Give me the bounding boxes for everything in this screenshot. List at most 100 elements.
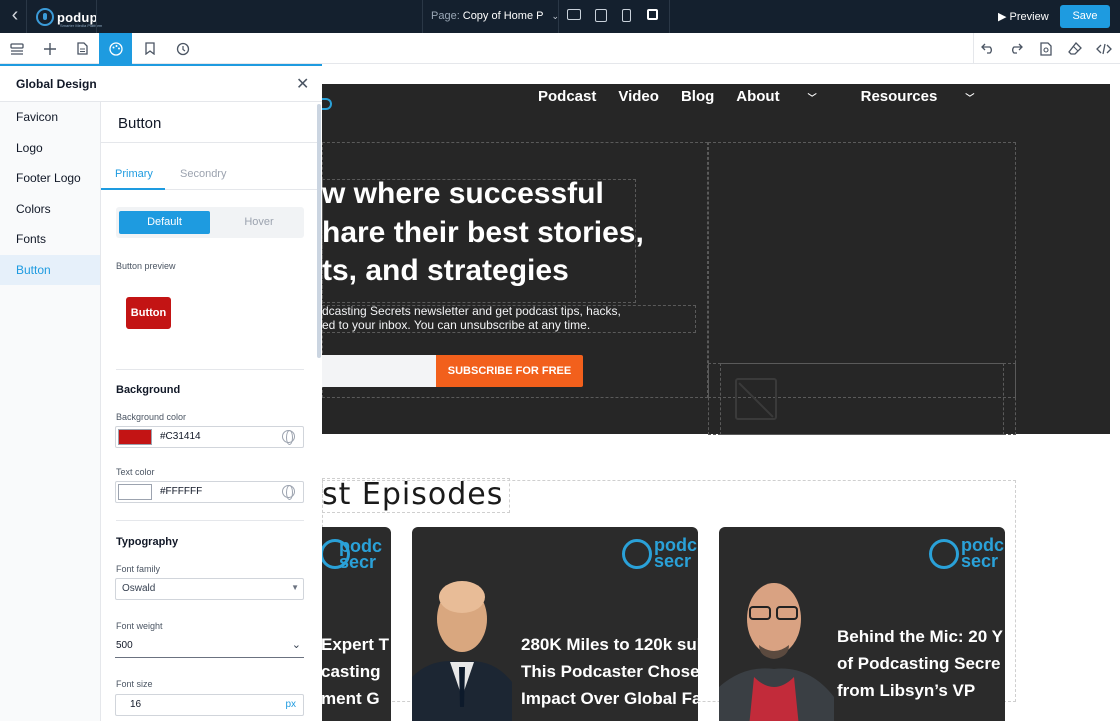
app-logo[interactable]: podup Smarter Media Platform <box>36 6 102 28</box>
button-preview: Button <box>126 297 171 329</box>
save-button[interactable]: Save <box>1060 5 1110 28</box>
podup-logo-icon <box>36 8 54 26</box>
preview-label: Button preview <box>116 261 176 271</box>
mobile-view-icon[interactable] <box>647 9 658 20</box>
active-tab-indicator <box>101 188 165 190</box>
font-weight-select[interactable]: 500 ⌄ <box>115 636 304 658</box>
background-heading: Background <box>116 384 181 396</box>
page-label: Page: <box>431 10 460 22</box>
close-icon[interactable]: ✕ <box>296 74 309 94</box>
card-title-line: 280K Miles to 120k subs <box>521 635 698 654</box>
page-selector[interactable]: Page: Copy of Home P ⌄ <box>431 10 559 22</box>
globe-icon[interactable] <box>282 485 295 500</box>
font-weight-value: 500 <box>116 640 133 651</box>
nav-podcast[interactable]: Podcast <box>538 88 596 105</box>
divider <box>669 0 670 33</box>
page-icon[interactable] <box>66 33 99 64</box>
panel-scrollbar[interactable] <box>317 104 321 358</box>
code-icon[interactable] <box>1087 33 1120 64</box>
episode-card[interactable]: podc secr Expert T casting ment G <box>322 527 391 721</box>
page-name: Copy of Home P <box>462 10 544 22</box>
divider <box>422 0 423 33</box>
bg-color-value[interactable]: #C31414 <box>160 431 201 442</box>
hero-section[interactable]: Podcast Video Blog About ﹀ Resources ﹀ w w… <box>322 84 1110 435</box>
page-canvas[interactable]: Podcast Video Blog About ﹀ Resources ﹀ w w… <box>322 64 1120 721</box>
state-default-button[interactable]: Default <box>119 211 210 234</box>
back-icon[interactable]: ‹ <box>4 4 26 28</box>
guest-photo <box>412 581 512 721</box>
globe-icon[interactable] <box>282 430 295 445</box>
nav-item-fonts[interactable]: Fonts <box>0 224 100 255</box>
nav-about[interactable]: About ﹀ <box>736 88 838 105</box>
divider <box>101 142 319 143</box>
panel-header: Global Design ✕ <box>0 64 322 102</box>
nav-item-footer-logo[interactable]: Footer Logo <box>0 163 100 194</box>
nav-item-logo[interactable]: Logo <box>0 133 100 164</box>
design-nav: Favicon Logo Footer Logo Colors Fonts Bu… <box>0 102 101 721</box>
card-title-line: of Podcasting Secre <box>837 654 1001 673</box>
podcast-logo-icon <box>929 539 959 569</box>
nav-video[interactable]: Video <box>618 88 659 105</box>
nav-item-button[interactable]: Button <box>0 254 100 285</box>
chevron-down-icon: ⌄ <box>291 639 301 651</box>
subscribe-button[interactable]: SUBSCRIBE FOR FREE <box>436 355 583 387</box>
tab-secondary[interactable]: Secondry <box>180 168 226 180</box>
bg-color-swatch[interactable] <box>118 429 152 445</box>
section-title: st Episodes <box>322 477 504 512</box>
card-logo-text: podc secr <box>339 536 382 572</box>
card-title-line: This Podcaster Chose L <box>521 662 698 681</box>
button-settings-panel: Button Primary Secondry Default Hover Bu… <box>101 102 319 721</box>
font-family-select[interactable]: Oswald ▼ <box>115 578 304 600</box>
site-nav: Podcast Video Blog About ﹀ Resources ﹀ <box>538 88 1018 105</box>
subtext-line: ed to your inbox. You can unsubscribe at… <box>322 318 591 332</box>
site-logo-icon[interactable] <box>322 98 332 110</box>
nav-item-colors[interactable]: Colors <box>0 194 100 225</box>
tab-primary[interactable]: Primary <box>115 168 153 180</box>
image-placeholder-icon[interactable] <box>735 378 777 420</box>
font-size-input[interactable]: 16 px <box>115 694 304 716</box>
nav-blog[interactable]: Blog <box>681 88 714 105</box>
dropdown-arrow-icon: ▼ <box>291 583 299 592</box>
add-icon[interactable] <box>33 33 66 64</box>
divider <box>26 0 27 33</box>
text-color-swatch[interactable] <box>118 484 152 500</box>
tablet-view-icon[interactable] <box>622 9 631 22</box>
font-size-unit[interactable]: px <box>285 699 296 710</box>
hero-headline: w where successful hare their best stori… <box>322 175 644 291</box>
nav-resources[interactable]: Resources ﹀ <box>861 88 997 105</box>
state-hover-button[interactable]: Hover <box>219 211 299 234</box>
card-logo-text: podc secr <box>961 535 1004 571</box>
podcast-logo-icon <box>622 539 652 569</box>
headline-line: ts, and strategies <box>322 254 569 287</box>
divider <box>116 520 304 521</box>
history-icon[interactable] <box>166 33 199 64</box>
desktop-view-icon[interactable] <box>567 9 581 20</box>
layers-icon[interactable] <box>0 33 33 64</box>
bg-color-label: Background color <box>116 412 187 422</box>
palette-icon[interactable] <box>99 33 132 64</box>
bookmark-icon[interactable] <box>133 33 166 64</box>
email-input[interactable] <box>322 355 436 387</box>
preview-button[interactable]: ▶ Preview <box>998 10 1049 23</box>
card-title-line: Expert T <box>322 635 390 654</box>
column-outline <box>708 142 1016 398</box>
episode-card[interactable]: podc secr 280K Miles to 120k subs This Po… <box>412 527 698 721</box>
redo-icon[interactable] <box>999 33 1032 64</box>
text-color-field[interactable]: #FFFFFF <box>115 481 304 503</box>
chevron-down-icon: ﹀ <box>807 92 817 103</box>
font-weight-label: Font weight <box>116 621 163 631</box>
typography-heading: Typography <box>116 536 179 548</box>
card-title: 280K Miles to 120k subs This Podcaster C… <box>521 631 698 712</box>
text-color-value[interactable]: #FFFFFF <box>160 486 202 497</box>
hero-subtext: dcasting Secrets newsletter and get podc… <box>322 304 621 332</box>
divider <box>558 0 559 33</box>
episode-card[interactable]: podc secr Behind the Mic: 20 Y of Podcast… <box>719 527 1005 721</box>
laptop-view-icon[interactable] <box>595 9 607 22</box>
headline-line: w where successful <box>322 177 604 210</box>
bg-color-field[interactable]: #C31414 <box>115 426 304 448</box>
top-bar: ‹ podup Smarter Media Platform Page: Copy… <box>0 0 1120 33</box>
nav-item-favicon[interactable]: Favicon <box>0 102 100 133</box>
chevron-down-icon: ﹀ <box>965 92 975 103</box>
nav-about-label: About <box>736 88 780 105</box>
font-family-label: Font family <box>116 564 161 574</box>
